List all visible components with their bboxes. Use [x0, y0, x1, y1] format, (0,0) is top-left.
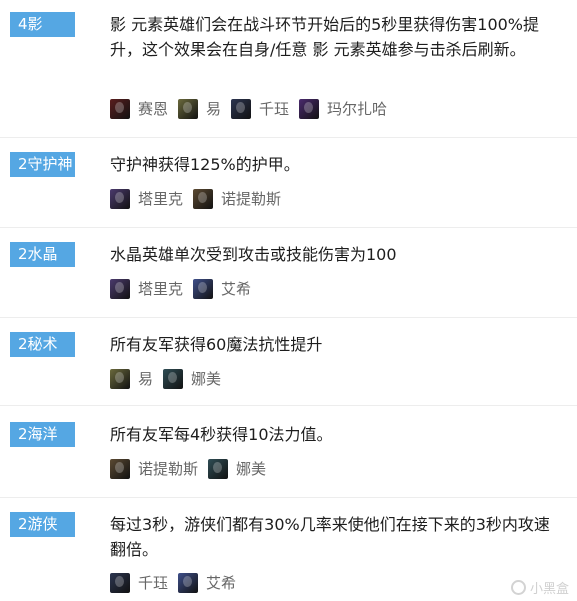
synergy-description: 影 元素英雄们会在战斗环节开始后的5秒里获得伤害100%提升，这个效果会在自身/…: [110, 15, 540, 59]
hero-list: 赛恩 易 千珏 玛尔扎哈: [110, 99, 397, 119]
hero-item[interactable]: 赛恩: [110, 99, 168, 119]
synergy-tag: 4影: [10, 12, 75, 37]
synergy-tag: 2游侠: [10, 512, 75, 537]
watermark-logo-icon: [510, 580, 526, 595]
hero-item[interactable]: 千珏: [110, 573, 168, 593]
hero-item[interactable]: 诺提勒斯: [193, 189, 281, 209]
hero-list: 易 娜美: [110, 369, 231, 389]
hero-avatar: [110, 189, 130, 209]
hero-list: 塔里克 艾希: [110, 279, 261, 299]
hero-avatar: [208, 459, 229, 479]
watermark: 小黑盒: [510, 578, 569, 597]
watermark-text: 小黑盒: [529, 582, 569, 597]
synergy-tag: 2秘术: [10, 332, 75, 357]
hero-avatar: [110, 99, 130, 119]
hero-name: 千珏: [259, 100, 290, 118]
hero-name: 塔里克: [138, 280, 184, 298]
hero-name: 诺提勒斯: [138, 460, 199, 478]
divider: [0, 497, 577, 498]
synergy-tag: 2守护神: [10, 152, 75, 177]
synergy-description: 所有友军每4秒获得10法力值。: [110, 425, 333, 444]
hero-avatar: [231, 99, 252, 119]
hero-item[interactable]: 玛尔扎哈: [299, 99, 387, 119]
hero-avatar: [110, 573, 130, 593]
hero-avatar: [163, 369, 184, 389]
hero-item[interactable]: 诺提勒斯: [110, 459, 198, 479]
divider: [0, 227, 577, 228]
hero-list: 诺提勒斯 娜美: [110, 459, 276, 479]
hero-list: 千珏 艾希: [110, 573, 246, 593]
hero-item[interactable]: 娜美: [163, 369, 221, 389]
divider: [0, 405, 577, 406]
hero-item[interactable]: 娜美: [208, 459, 266, 479]
hero-name: 艾希: [206, 574, 237, 592]
hero-avatar: [299, 99, 320, 119]
synergy-description: 守护神获得125%的护甲。: [110, 155, 300, 174]
hero-item[interactable]: 艾希: [193, 279, 251, 299]
hero-name: 赛恩: [138, 100, 169, 118]
hero-avatar: [110, 369, 130, 389]
synergy-description: 所有友军获得60魔法抗性提升: [110, 335, 323, 354]
hero-avatar: [193, 189, 214, 209]
hero-name: 千珏: [138, 574, 169, 592]
hero-item[interactable]: 艾希: [178, 573, 236, 593]
hero-item[interactable]: 千珏: [231, 99, 289, 119]
hero-item[interactable]: 塔里克: [110, 189, 183, 209]
hero-avatar: [110, 279, 130, 299]
hero-name: 玛尔扎哈: [327, 100, 388, 118]
hero-list: 塔里克 诺提勒斯: [110, 189, 291, 209]
synergy-tag: 2海洋: [10, 422, 75, 447]
hero-avatar: [193, 279, 214, 299]
hero-avatar: [178, 573, 199, 593]
hero-name: 塔里克: [138, 190, 184, 208]
hero-item[interactable]: 塔里克: [110, 279, 183, 299]
divider: [0, 317, 577, 318]
hero-name: 娜美: [191, 370, 222, 388]
hero-name: 易: [206, 100, 222, 118]
synergy-description: 水晶英雄单次受到攻击或技能伤害为100: [110, 245, 397, 264]
hero-name: 娜美: [236, 460, 267, 478]
hero-item[interactable]: 易: [178, 99, 221, 119]
hero-name: 易: [138, 370, 154, 388]
hero-item[interactable]: 易: [110, 369, 153, 389]
hero-name: 艾希: [221, 280, 252, 298]
divider: [0, 137, 577, 138]
synergy-tag: 2水晶: [10, 242, 75, 267]
synergy-description: 每过3秒，游侠们都有30%几率来使他们在接下来的3秒内攻速翻倍。: [110, 515, 550, 559]
hero-name: 诺提勒斯: [221, 190, 282, 208]
hero-avatar: [178, 99, 199, 119]
hero-avatar: [110, 459, 130, 479]
